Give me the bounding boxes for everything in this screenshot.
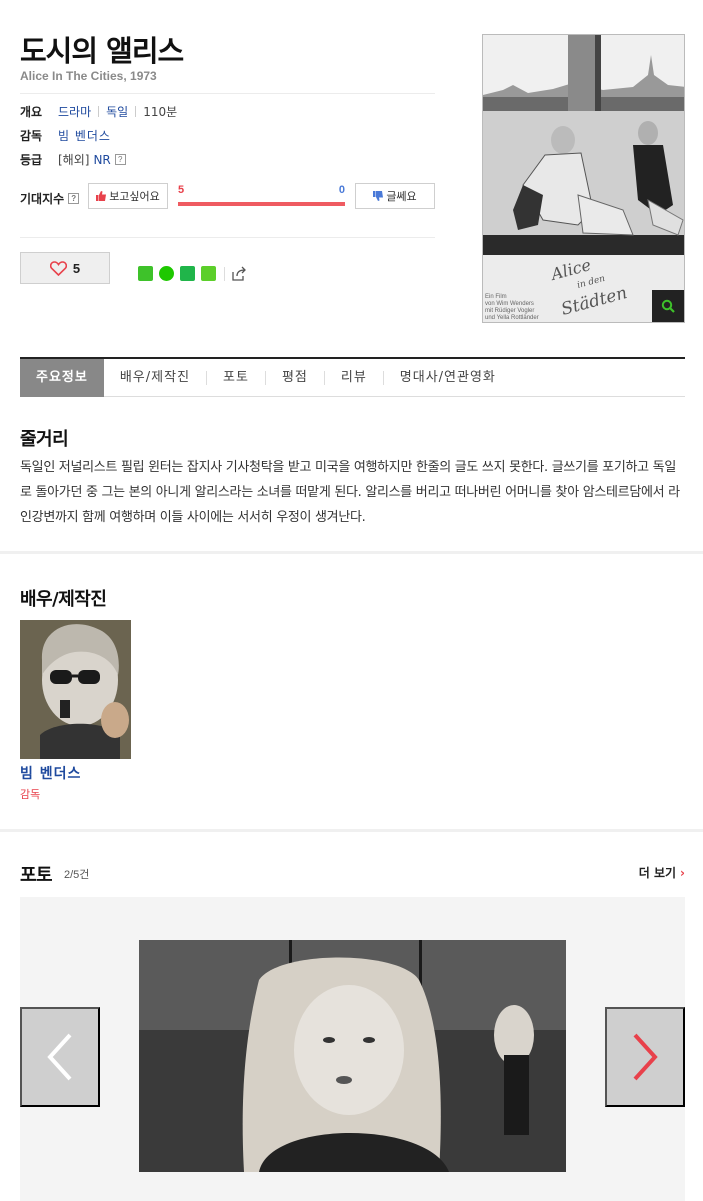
want-to-see-label: 보고싶어요 (109, 191, 160, 203)
section-divider (0, 829, 703, 832)
chevron-right-icon: › (680, 866, 685, 880)
director-link[interactable]: 빔 벤더스 (58, 127, 111, 144)
still-image (139, 940, 566, 1172)
gallery-photo[interactable] (139, 940, 566, 1172)
band-share-icon[interactable] (159, 266, 174, 281)
rating-help-icon[interactable]: ? (114, 154, 126, 165)
runtime: 110분 (143, 105, 178, 119)
memo-share-icon[interactable] (201, 266, 216, 281)
overview-row: 개요 드라마 독일 110분 (20, 103, 177, 120)
bookmark-share-icon[interactable] (180, 266, 195, 281)
rating-region: [해외] (58, 153, 90, 167)
expectation-help-icon[interactable]: ? (68, 193, 80, 204)
divider (20, 93, 435, 94)
cast-name-link[interactable]: 빔 벤더스 (20, 763, 81, 783)
magnifier-icon (661, 299, 675, 313)
synopsis-heading: 줄거리 (20, 429, 69, 450)
next-photo-button[interactable] (605, 1007, 685, 1107)
more-photos-link[interactable]: 더 보기 › (639, 864, 685, 881)
director-portrait (20, 620, 131, 759)
movie-poster[interactable]: Alice in den Städten Ein Film von Wim We… (482, 34, 685, 323)
blog-share-icon[interactable] (138, 266, 153, 281)
rating-link[interactable]: NR (93, 153, 110, 167)
poster-image: Alice in den Städten Ein Film von Wim We… (483, 35, 684, 322)
meh-count: 0 (338, 184, 345, 196)
tab-cast[interactable]: 배우/제작진 (104, 370, 206, 385)
zoom-button[interactable] (652, 290, 684, 322)
expectation-label: 기대지수 (20, 192, 65, 206)
genre-link[interactable]: 드라마 (58, 103, 91, 120)
original-title-year: Alice In The Cities, 1973 (20, 69, 157, 83)
photo-gallery (20, 897, 685, 1201)
like-count: 5 (72, 260, 81, 276)
expectation-bar-fill (178, 202, 345, 206)
share-bar (138, 266, 247, 281)
section-divider (0, 551, 703, 554)
divider (20, 237, 435, 238)
want-count: 5 (178, 184, 185, 196)
director-label: 감독 (20, 129, 43, 143)
cast-heading: 배우/제작진 (20, 589, 107, 610)
tab-photo[interactable]: 포토 (206, 370, 265, 385)
meh-button[interactable]: 글쎄요 (355, 183, 435, 209)
svg-text:Ein Film: Ein Film (485, 294, 507, 300)
photo-heading: 포토 (20, 865, 53, 886)
overview-label: 개요 (20, 105, 43, 119)
thumbs-up-icon (96, 191, 107, 201)
thumbs-down-icon (373, 191, 384, 201)
rating-row: 등급 [해외] NR ? (20, 151, 126, 168)
synopsis-text: 독일인 저널리스트 필립 윈터는 잡지사 기사청탁을 받고 미국을 여행하지만 … (20, 460, 680, 525)
page-title: 도시의 앨리스 (20, 34, 184, 68)
svg-text:und Yella Rottländer: und Yella Rottländer (485, 315, 539, 321)
director-row: 감독 빔 벤더스 (20, 127, 111, 144)
expectation-bar: 5 0 (178, 184, 345, 206)
heart-icon (49, 260, 67, 276)
tab-bar: 주요정보 배우/제작진 포토 평점 리뷰 명대사/연관영화 (20, 357, 685, 397)
tab-quotes-related[interactable]: 명대사/연관영화 (382, 370, 512, 385)
previous-photo-button[interactable] (20, 1007, 100, 1107)
tab-review[interactable]: 리뷰 (323, 370, 383, 385)
svg-text:mit Rüdiger Vogler: mit Rüdiger Vogler (485, 308, 534, 314)
more-label: 더 보기 (638, 866, 677, 880)
tab-main-info[interactable]: 주요정보 (20, 358, 104, 397)
want-to-see-button[interactable]: 보고싶어요 (88, 183, 168, 209)
country-link[interactable]: 독일 (106, 103, 128, 120)
expectation-bar-track (178, 202, 345, 206)
chevron-left-icon (47, 1033, 72, 1081)
rating-label: 등급 (20, 153, 43, 167)
svg-text:von Wim Wenders: von Wim Wenders (485, 301, 534, 307)
tab-rating[interactable]: 평점 (264, 370, 324, 385)
photo-count: 2/5건 (64, 869, 90, 881)
expectation-label-group: 기대지수 ? (20, 190, 80, 207)
cast-photo[interactable] (20, 620, 131, 759)
share-icon[interactable] (231, 266, 247, 281)
chevron-right-icon (633, 1033, 658, 1081)
meh-label: 글쎄요 (386, 191, 417, 203)
like-button[interactable]: 5 (20, 252, 110, 284)
cast-role: 감독 (20, 788, 41, 801)
